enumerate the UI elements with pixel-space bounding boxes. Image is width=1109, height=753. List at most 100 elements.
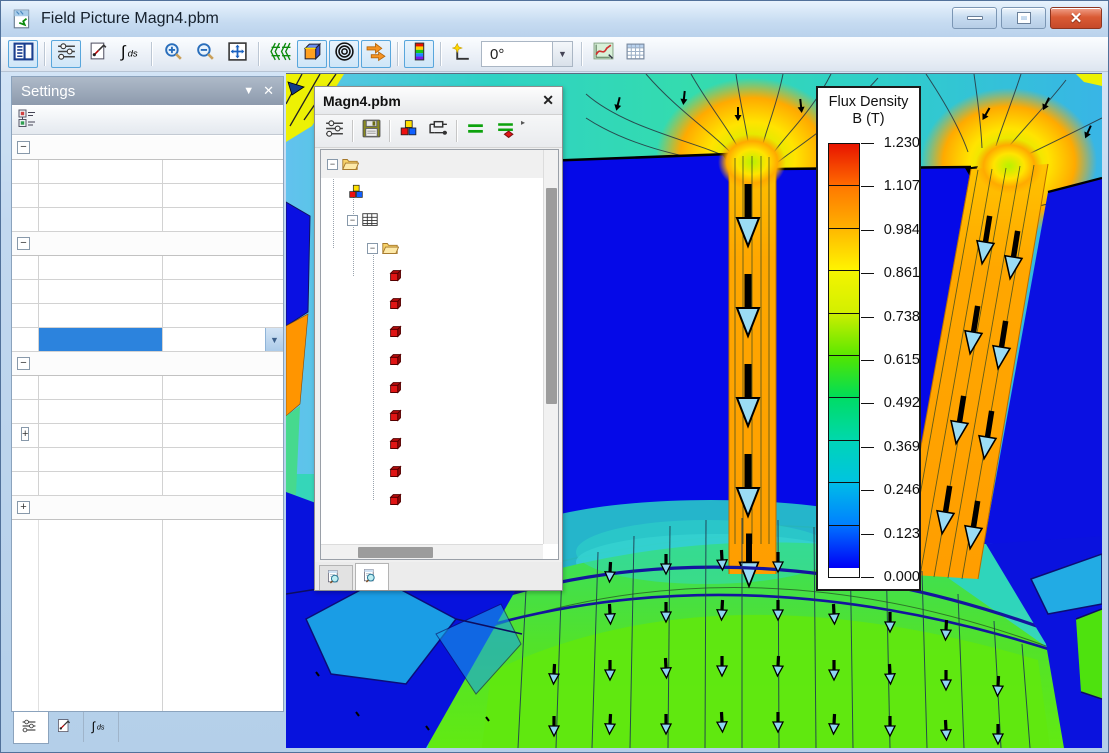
property-value[interactable]	[162, 472, 283, 495]
tree-horizontal-scrollbar[interactable]	[321, 544, 543, 559]
property-value[interactable]	[162, 448, 283, 471]
property-row-quantity[interactable]	[12, 400, 283, 424]
scrollbar-thumb[interactable]	[546, 188, 557, 404]
circuit-view-button[interactable]	[423, 118, 453, 145]
rotation-combo[interactable]: 0°▼	[481, 41, 573, 67]
toggle-sidebar-button[interactable]	[8, 40, 38, 68]
property-value[interactable]	[162, 256, 283, 279]
integrals-button[interactable]: ∫ds	[115, 40, 145, 68]
project-window-titlebar[interactable]: Magn4.pbm ✕	[315, 87, 562, 115]
expand-icon[interactable]: +	[17, 501, 30, 514]
geometry-view-button[interactable]	[393, 118, 423, 145]
property-value[interactable]: ▼	[162, 328, 283, 351]
field-settings-button[interactable]	[51, 40, 81, 68]
project-window-close-icon[interactable]: ✕	[542, 92, 554, 109]
categorized-view-icon[interactable]	[17, 108, 37, 133]
property-row-step-wb-m[interactable]	[12, 184, 283, 208]
collapse-icon[interactable]: −	[17, 237, 30, 250]
maximize-button[interactable]	[1001, 7, 1046, 29]
shaded-plot-button[interactable]	[297, 40, 327, 68]
graph-view-button[interactable]	[588, 40, 618, 68]
collapse-icon[interactable]: −	[17, 141, 30, 154]
project-window[interactable]: Magn4.pbm ✕ ▸ − − −	[314, 86, 563, 591]
panel-close-icon[interactable]: ✕	[263, 83, 274, 99]
property-row-quantity[interactable]	[12, 280, 283, 304]
collapse-icon[interactable]: −	[347, 215, 358, 226]
tab-integ[interactable]: ∫ds	[84, 712, 119, 742]
toolbar-overflow-icon[interactable]: ▸	[521, 118, 525, 127]
expand-icon[interactable]: +	[21, 427, 29, 441]
property-value[interactable]	[162, 160, 283, 183]
tree-item-coil-s+[interactable]	[321, 402, 543, 430]
tree-item-magnet[interactable]	[321, 486, 543, 514]
collapse-icon[interactable]: −	[327, 159, 338, 170]
property-row-color-grades[interactable]	[12, 448, 283, 472]
group-row-vectors[interactable]: −	[12, 232, 283, 256]
property-row-cell-mm[interactable]	[12, 304, 283, 328]
property-value[interactable]	[162, 208, 283, 231]
field-lines-marker-button[interactable]	[490, 118, 520, 145]
tree-item-coil-t-[interactable]	[321, 430, 543, 458]
tree-item-air[interactable]	[321, 262, 543, 290]
property-value[interactable]	[162, 424, 283, 447]
property-row-show[interactable]	[12, 256, 283, 280]
property-row-base-wb-m[interactable]	[12, 208, 283, 232]
zoom-out-button[interactable]	[190, 40, 220, 68]
mesh-view-button[interactable]	[265, 40, 295, 68]
toolbar-separator	[44, 42, 45, 66]
tree-item-coil-s-[interactable]	[321, 374, 543, 402]
property-label	[38, 424, 162, 447]
tree-item-data-magn4-dms[interactable]: −	[321, 206, 543, 234]
minimize-button[interactable]	[952, 7, 997, 29]
group-row-field-lines[interactable]: −	[12, 136, 283, 160]
tree-item-block-labels[interactable]: −	[321, 234, 543, 262]
document-tab-ex8p7m[interactable]	[319, 565, 353, 590]
tree-vertical-scrollbar[interactable]	[543, 150, 558, 544]
vector-plot-button[interactable]	[361, 40, 391, 68]
chevron-down-icon[interactable]: ▼	[553, 41, 573, 67]
new-field-picture-button[interactable]	[447, 40, 477, 68]
panel-pin-chevron-icon[interactable]: ▼	[243, 85, 254, 97]
collapse-icon[interactable]: −	[17, 357, 30, 370]
property-value[interactable]	[162, 280, 283, 303]
property-row-show-legend[interactable]	[12, 472, 283, 496]
property-label	[38, 400, 162, 423]
property-value[interactable]	[162, 304, 283, 327]
tree-item-geometry-magn4[interactable]	[321, 178, 543, 206]
property-row-show[interactable]	[12, 376, 283, 400]
property-value[interactable]	[162, 400, 283, 423]
zoom-in-button[interactable]	[158, 40, 188, 68]
dropdown-button[interactable]: ▼	[265, 328, 283, 351]
document-tab-magn4p[interactable]	[355, 563, 389, 590]
collapse-icon[interactable]: −	[367, 243, 378, 254]
scrollbar-thumb[interactable]	[358, 547, 433, 558]
tab-local[interactable]	[49, 712, 84, 742]
table-view-button[interactable]	[620, 40, 650, 68]
legend-tick-mark	[861, 317, 874, 318]
folder-icon	[341, 155, 359, 173]
tree-item-coil-t+[interactable]	[321, 458, 543, 486]
close-button[interactable]: ✕	[1050, 7, 1102, 29]
property-row-show[interactable]	[12, 160, 283, 184]
group-row-color-map[interactable]: −	[12, 352, 283, 376]
tree-item-coil-r-[interactable]	[321, 318, 543, 346]
legend-color-segment	[829, 398, 859, 440]
rotation-value[interactable]: 0°	[481, 41, 553, 67]
contour-plot-button[interactable]	[329, 40, 359, 68]
local-values-probe-button[interactable]	[83, 40, 113, 68]
save-button[interactable]	[356, 118, 386, 145]
property-value[interactable]	[162, 376, 283, 399]
tree-item-cobalt-alloy[interactable]	[321, 290, 543, 318]
property-value[interactable]	[162, 184, 283, 207]
tree-item-coil-r+[interactable]	[321, 346, 543, 374]
picture-settings-button[interactable]	[319, 118, 349, 145]
color-map-button[interactable]	[404, 40, 434, 68]
legend-title-line1: Flux Density	[818, 94, 919, 111]
tree-item-magn4-pbm---nonlir[interactable]: −	[321, 150, 543, 178]
property-row-range[interactable]: +	[12, 424, 283, 448]
group-row-finite-element-mesh[interactable]: +	[12, 496, 283, 520]
field-lines-equal-button[interactable]	[460, 118, 490, 145]
tab-settin[interactable]	[13, 712, 49, 744]
property-row-scale-factor[interactable]: ▼	[12, 328, 283, 352]
zoom-extents-button[interactable]	[222, 40, 252, 68]
